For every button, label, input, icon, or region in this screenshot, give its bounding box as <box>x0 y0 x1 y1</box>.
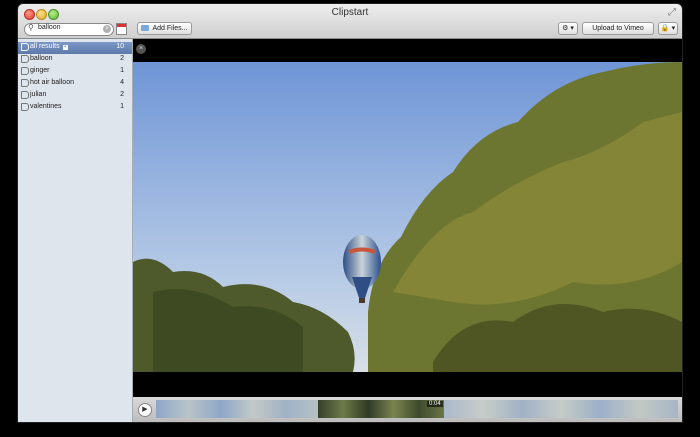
sidebar-item-label: hot air balloon <box>30 79 74 86</box>
sidebar-item-julian[interactable]: julian 2 <box>18 90 132 102</box>
sidebar-item-valentines[interactable]: valentines 1 <box>18 102 132 114</box>
gear-menu-button[interactable]: ⚙ ▾ <box>558 22 578 35</box>
sidebar-item-count: 4 <box>120 79 124 86</box>
sidebar-item-label: all results <box>30 43 60 50</box>
clear-search-icon[interactable]: × <box>103 25 111 33</box>
video-scene <box>133 62 682 372</box>
tag-icon <box>21 43 29 51</box>
filmstrip-thumbnail[interactable] <box>156 400 318 418</box>
upload-to-vimeo-button[interactable]: Upload to Vimeo <box>582 22 654 35</box>
video-pane: × ▶ 0:04 <box>133 39 682 422</box>
calendar-icon[interactable] <box>116 23 127 35</box>
titlebar: Clipstart ⤢ ⚲ balloon × Add Files... ⚙ ▾… <box>18 4 682 39</box>
sidebar-item-hot-air-balloon[interactable]: hot air balloon 4 <box>18 78 132 90</box>
sidebar-item-balloon[interactable]: balloon 2 <box>18 54 132 66</box>
app-window: Clipstart ⤢ ⚲ balloon × Add Files... ⚙ ▾… <box>18 4 682 422</box>
close-icon[interactable]: × <box>136 44 146 54</box>
folder-icon <box>141 25 150 31</box>
add-files-button[interactable]: Add Files... <box>137 22 192 35</box>
add-icon[interactable]: + <box>62 45 68 50</box>
privacy-lock-button[interactable]: 🔒 ▾ <box>658 22 678 35</box>
tag-icon <box>21 67 29 75</box>
play-button[interactable]: ▶ <box>138 403 152 417</box>
fullscreen-icon[interactable]: ⤢ <box>668 7 676 18</box>
search-icon: ⚲ <box>28 23 34 32</box>
sidebar-item-count: 1 <box>120 67 124 74</box>
filmstrip-bar: ▶ 0:04 <box>133 397 682 422</box>
sidebar-item-all-results[interactable]: all results + 10 <box>18 42 132 54</box>
tag-icon <box>21 79 29 87</box>
sidebar-item-label: valentines <box>30 103 62 110</box>
video-frame[interactable] <box>133 62 682 372</box>
filmstrip-thumbnail[interactable] <box>444 400 678 418</box>
tag-icon <box>21 91 29 99</box>
search-field[interactable]: ⚲ balloon × <box>24 23 114 36</box>
sidebar-item-label: balloon <box>30 55 53 62</box>
sidebar-item-label: ginger <box>30 67 50 74</box>
sidebar-item-label: julian <box>30 91 47 98</box>
add-files-label: Add Files... <box>152 25 188 32</box>
filmstrip-thumbnail[interactable] <box>318 400 444 418</box>
sidebar-item-count: 2 <box>120 55 124 62</box>
sidebar-item-ginger[interactable]: ginger 1 <box>18 66 132 78</box>
tag-icon <box>21 55 29 63</box>
tag-icon <box>21 103 29 111</box>
filmstrip[interactable]: 0:04 <box>156 400 678 418</box>
playhead-time: 0:04 <box>427 401 443 407</box>
sidebar-item-count: 2 <box>120 91 124 98</box>
sidebar-item-count: 1 <box>120 103 124 110</box>
sidebar-item-count: 10 <box>116 43 124 50</box>
window-title: Clipstart <box>331 7 369 18</box>
sidebar: all results + 10 balloon 2 ginger 1 hot a… <box>18 39 133 422</box>
search-input[interactable]: balloon <box>38 24 61 31</box>
